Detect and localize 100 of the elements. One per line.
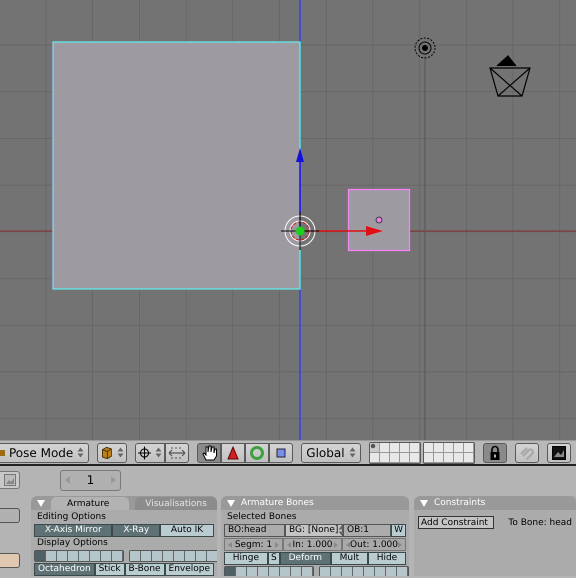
layer-button[interactable] — [236, 567, 247, 576]
layer-button[interactable] — [302, 567, 313, 576]
triangle-icon — [225, 444, 242, 460]
layer-button[interactable] — [320, 567, 331, 576]
layer-button[interactable] — [390, 442, 400, 452]
tool-toggle[interactable] — [269, 442, 294, 462]
layer-button[interactable] — [258, 567, 269, 576]
panel-title: Armature Bones — [241, 497, 314, 510]
section-label: Selected Bones — [226, 512, 298, 523]
draw-mode-menu[interactable] — [97, 442, 128, 462]
layer-button[interactable] — [79, 551, 90, 561]
toggle-button[interactable]: S — [268, 552, 280, 565]
toggle-button[interactable]: X-Ray — [112, 524, 160, 537]
toggle-button[interactable]: Deform — [280, 552, 331, 565]
toggle-button[interactable]: W — [391, 524, 406, 537]
cube-icon — [100, 444, 114, 460]
right-arrow-icon — [398, 542, 402, 548]
tool-toggle[interactable] — [221, 442, 246, 462]
object-field[interactable]: OB:1 — [343, 524, 392, 537]
snap-button[interactable] — [514, 442, 539, 462]
toggle-button[interactable]: Mult — [330, 552, 368, 565]
right-arrow-icon — [334, 542, 338, 548]
toggle-button[interactable]: Octahedron — [34, 563, 95, 576]
bone-object — [348, 188, 410, 252]
layer-button[interactable] — [353, 567, 364, 576]
orientation-menu[interactable]: Global — [301, 442, 361, 462]
layer-button[interactable] — [291, 567, 302, 576]
layer-button[interactable] — [424, 452, 434, 462]
3d-cursor-icon — [280, 212, 320, 250]
toggle-button[interactable]: B-Bone — [124, 563, 165, 576]
crosshair-icon — [138, 444, 152, 460]
layer-button[interactable] — [331, 567, 342, 576]
layer-button[interactable] — [464, 442, 474, 452]
layer-button[interactable] — [370, 442, 380, 452]
collapse-triangle-icon — [227, 500, 235, 507]
toggle-button[interactable]: Hide — [368, 552, 406, 565]
layer-button[interactable] — [342, 567, 353, 576]
layer-button[interactable] — [185, 551, 196, 561]
toggle-button[interactable]: Stick — [94, 563, 125, 576]
image-icon — [4, 474, 16, 486]
stub-button[interactable] — [0, 508, 20, 523]
manipulator-toggle[interactable] — [165, 442, 190, 462]
layer-button[interactable] — [141, 551, 152, 561]
left-arrow-icon — [287, 542, 292, 548]
panel-tab[interactable]: Armature — [51, 497, 130, 510]
section-label: Display Options — [36, 538, 109, 549]
layer-button[interactable] — [434, 442, 444, 452]
stub-button[interactable] — [0, 553, 20, 568]
layer-button[interactable] — [174, 551, 185, 561]
layer-button[interactable] — [400, 442, 410, 452]
tool-toggle[interactable] — [197, 442, 222, 462]
number-field[interactable]: Segm: 1 — [224, 538, 284, 551]
updown-arrows-icon — [348, 447, 356, 458]
layer-button[interactable] — [269, 567, 280, 576]
updown-arrows-icon — [155, 447, 162, 458]
name-field[interactable]: BO:head — [224, 524, 285, 537]
layer-button[interactable] — [130, 551, 141, 561]
layer-button[interactable] — [386, 567, 397, 576]
layer-button[interactable] — [380, 442, 390, 452]
section-label: Editing Options — [36, 512, 107, 523]
number-field[interactable]: In: 1.000 — [283, 538, 342, 551]
layer-button[interactable] — [444, 442, 454, 452]
toggle-button[interactable]: Auto IK — [160, 524, 214, 537]
mode-menu[interactable]: Pose Mode — [0, 442, 90, 462]
layer-button[interactable] — [375, 567, 386, 576]
layer-button[interactable] — [90, 551, 101, 561]
frame-field[interactable]: 1 — [60, 470, 121, 490]
collapse-triangle-icon — [37, 500, 45, 507]
tool-toggle[interactable] — [245, 442, 270, 462]
layer-button[interactable] — [101, 551, 112, 561]
image-button[interactable] — [0, 471, 20, 489]
layer-button[interactable] — [424, 442, 434, 452]
magnet-icon — [518, 444, 535, 460]
add-constraint-button[interactable]: Add Constraint — [418, 516, 494, 529]
ring-icon — [249, 444, 266, 460]
layer-button[interactable] — [57, 551, 68, 561]
toggle-button[interactable]: X-Axis Mirror — [34, 524, 112, 537]
group-menu[interactable]: BG: [None] — [285, 524, 343, 537]
layer-button[interactable] — [112, 551, 123, 561]
layer-button[interactable] — [152, 551, 163, 561]
render-button[interactable] — [546, 442, 571, 462]
layer-button[interactable] — [410, 442, 420, 452]
layer-button[interactable] — [364, 567, 375, 576]
layer-button[interactable] — [46, 551, 57, 561]
layer-button[interactable] — [163, 551, 174, 561]
left-arrow-icon — [346, 542, 350, 548]
number-field[interactable]: Out: 1.000 — [342, 538, 406, 551]
layer-button[interactable] — [247, 567, 258, 576]
layer-button[interactable] — [68, 551, 79, 561]
toggle-button[interactable]: Envelope — [164, 563, 214, 576]
layer-button[interactable] — [397, 567, 408, 576]
layer-button[interactable] — [280, 567, 291, 576]
image-icon — [552, 446, 566, 460]
toggle-button[interactable]: Hinge — [224, 552, 268, 565]
lock-toggle[interactable] — [482, 442, 507, 462]
layer-button[interactable] — [196, 551, 207, 561]
layer-button[interactable] — [454, 442, 464, 452]
target-label: To Bone: head — [508, 518, 572, 528]
pivot-menu[interactable] — [135, 442, 166, 462]
layer-button[interactable] — [370, 452, 380, 462]
